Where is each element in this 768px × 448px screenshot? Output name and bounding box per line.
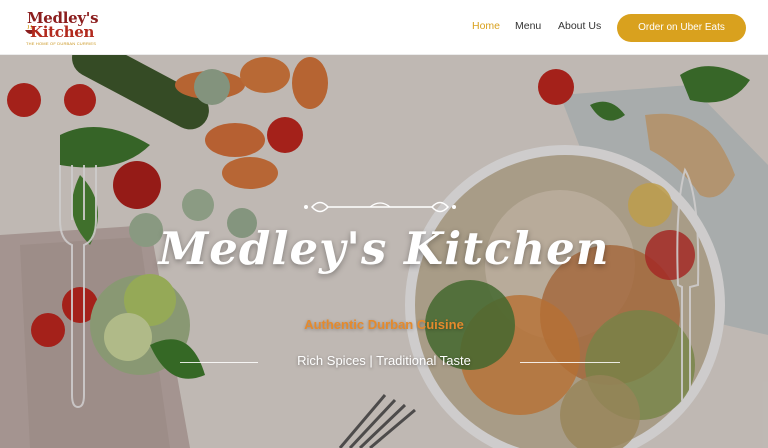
- logo[interactable]: Medley's Kitchen THE HOME OF DURBAN CURR…: [24, 11, 99, 46]
- tagline-divider-right: [520, 362, 620, 363]
- hero-subtitle: Authentic Durban Cuisine: [304, 317, 464, 332]
- nav-home[interactable]: Home: [472, 20, 500, 36]
- nav-about-us[interactable]: About Us: [558, 20, 601, 36]
- logo-tagline: THE HOME OF DURBAN CURRIES: [26, 41, 97, 46]
- hero-tagline: Rich Spices | Traditional Taste: [297, 353, 471, 368]
- hero-title: Medley's Kitchen: [158, 222, 610, 275]
- order-uber-eats-button[interactable]: Order on Uber Eats: [617, 14, 746, 42]
- site-header: Medley's Kitchen THE HOME OF DURBAN CURR…: [0, 0, 768, 55]
- flourish-ornament-icon: [304, 201, 456, 213]
- logo-text-line2: Kitchen: [30, 23, 95, 41]
- nav-menu[interactable]: Menu: [515, 20, 541, 36]
